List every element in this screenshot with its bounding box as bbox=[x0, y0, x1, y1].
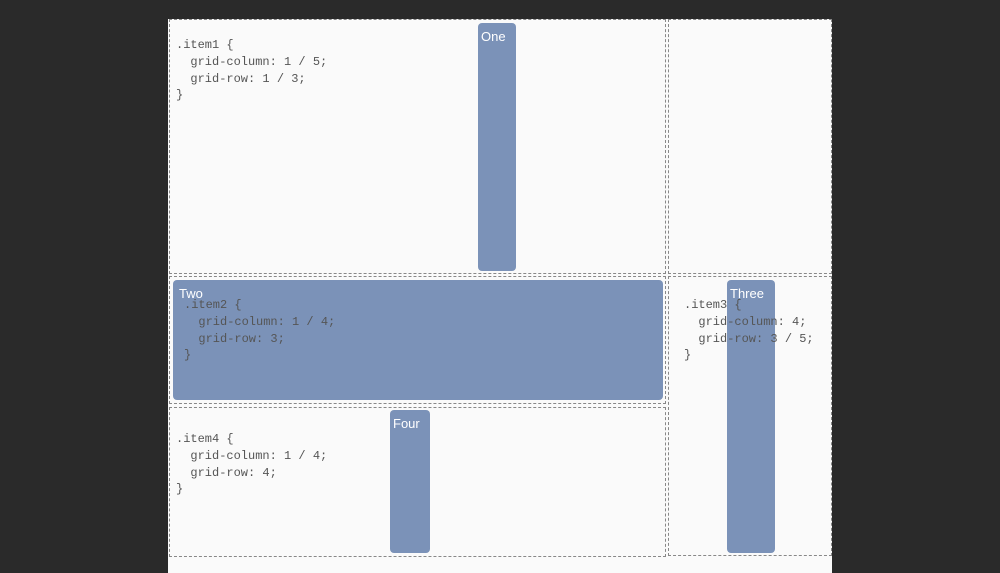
grid-demo-canvas: One Two Three Four .item1 { grid-column:… bbox=[168, 19, 832, 573]
grid-item-four: Four bbox=[390, 410, 430, 553]
css-code-item2: .item2 { grid-column: 1 / 4; grid-row: 3… bbox=[184, 297, 335, 364]
css-code-item1: .item1 { grid-column: 1 / 5; grid-row: 1… bbox=[176, 37, 327, 104]
css-code-item4: .item4 { grid-column: 1 / 4; grid-row: 4… bbox=[176, 431, 327, 498]
grid-cell-right-top bbox=[668, 19, 832, 274]
css-code-item3: .item3 { grid-column: 4; grid-row: 3 / 5… bbox=[684, 297, 814, 364]
grid-item-label: One bbox=[481, 29, 506, 44]
grid-item-label: Four bbox=[393, 416, 420, 431]
grid-item-one: One bbox=[478, 23, 516, 271]
